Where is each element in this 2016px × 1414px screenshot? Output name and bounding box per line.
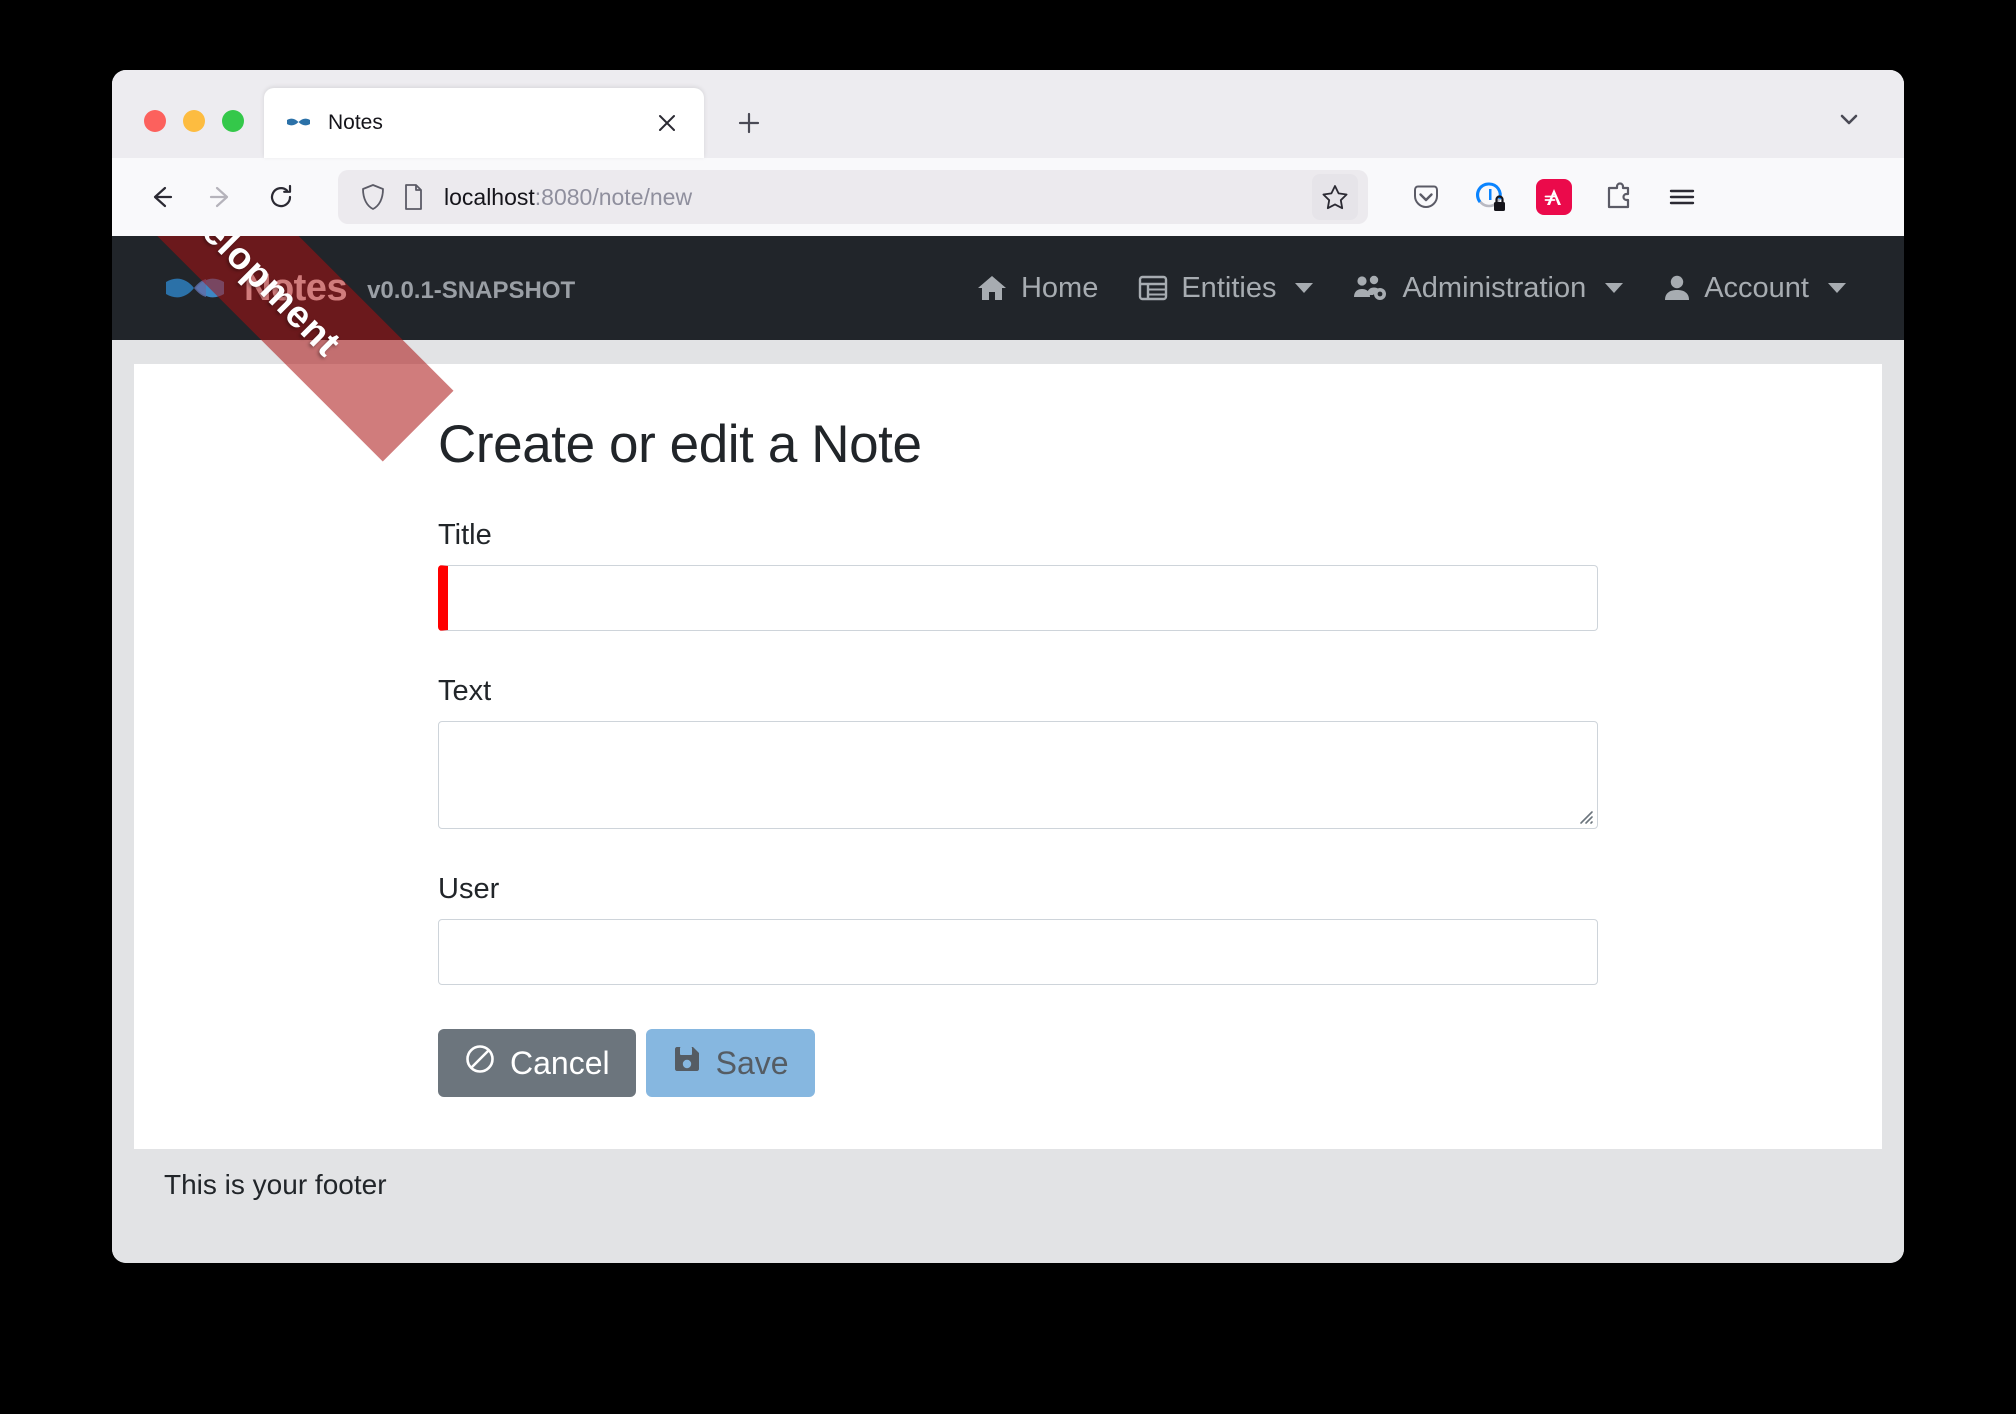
chevron-down-icon[interactable] [1826,96,1872,142]
cancel-button[interactable]: Cancel [438,1029,636,1097]
home-icon [976,273,1008,303]
pocket-icon[interactable] [1402,173,1450,221]
title-input[interactable] [438,565,1598,631]
browser-toolbar: localhost:8080/note/new [112,158,1904,236]
users-cog-icon [1353,273,1389,303]
form-card: Create or edit a Note Title Text User Ca… [134,364,1882,1149]
nav-item-administration[interactable]: Administration [1353,271,1624,305]
tab-strip: Notes [112,70,1904,158]
reload-icon[interactable] [254,170,308,224]
extension-a-icon[interactable] [1530,173,1578,221]
table-list-icon [1138,273,1168,303]
new-tab-button[interactable] [726,100,772,146]
star-icon[interactable] [1312,174,1358,220]
bowtie-favicon [286,110,312,136]
nav-item-label: Home [1020,271,1099,304]
user-input[interactable] [438,919,1598,985]
browser-window: Notes localhost:8080/note/new Notes v0.0… [112,70,1904,1263]
chevron-down-icon [1828,283,1846,293]
back-arrow-icon[interactable] [134,170,188,224]
url-bar[interactable]: localhost:8080/note/new [338,170,1368,224]
url-text[interactable]: localhost:8080/note/new [436,184,1312,211]
save-button[interactable]: Save [645,1029,815,1097]
text-area-holder [438,721,1598,829]
url-host: localhost [444,183,535,210]
brand-name: Notes [244,266,348,309]
hamburger-menu-icon[interactable] [1658,173,1706,221]
bowtie-logo-icon [164,268,226,308]
save-button-label: Save [715,1044,789,1081]
toolbar-actions [1402,173,1706,221]
content-area: Create or edit a Note Title Text User Ca… [112,340,1904,1223]
nav-item-label: Account [1704,271,1809,304]
form-actions: Cancel Save [438,1029,1598,1149]
app-nav-items: Home Entities Administration Account [976,272,1846,305]
extension-a-badge [1536,179,1572,215]
brand-version: v0.0.1-SNAPSHOT [367,276,576,304]
tab-title: Notes [328,111,383,134]
maximize-window-button[interactable] [222,110,244,132]
forward-arrow-icon[interactable] [194,170,248,224]
user-label: User [438,873,500,905]
app-footer: This is your footer [134,1149,1882,1223]
floppy-save-icon [672,1044,702,1082]
user-icon [1663,273,1691,303]
field-group-text: Text [438,675,1598,829]
chevron-down-icon [1295,283,1314,293]
title-label: Title [438,519,492,551]
container-lock-icon[interactable] [1466,173,1514,221]
field-group-title: Title [438,519,1598,631]
text-textarea[interactable] [438,721,1598,829]
close-icon[interactable] [650,106,684,140]
cancel-button-label: Cancel [510,1044,610,1081]
note-form: Create or edit a Note Title Text User Ca… [418,414,1598,1149]
close-window-button[interactable] [144,110,166,132]
page-viewport: Development Notes v0.0.1-SNAPSHOT [112,236,1904,1263]
url-path: :8080/note/new [534,183,693,210]
window-traffic-lights [112,110,264,158]
ban-icon [464,1043,496,1083]
nav-item-entities[interactable]: Entities [1138,271,1314,305]
page-document-icon[interactable] [396,180,430,214]
puzzle-icon[interactable] [1594,173,1642,221]
brand[interactable]: Notes v0.0.1-SNAPSHOT [164,267,575,310]
page-title: Create or edit a Note [438,415,922,474]
footer-text: This is your footer [164,1169,387,1200]
nav-item-label: Administration [1402,271,1587,304]
browser-tab[interactable]: Notes [264,88,704,158]
text-label: Text [438,675,492,707]
nav-item-label: Entities [1181,271,1277,304]
nav-item-home[interactable]: Home [976,272,1098,305]
app-navbar: Notes v0.0.1-SNAPSHOT Home Entities Admi… [112,236,1904,340]
chevron-down-icon [1605,283,1624,293]
minimize-window-button[interactable] [183,110,205,132]
field-group-user: User [438,873,1598,985]
nav-item-account[interactable]: Account [1663,272,1846,305]
shield-icon[interactable] [356,180,390,214]
